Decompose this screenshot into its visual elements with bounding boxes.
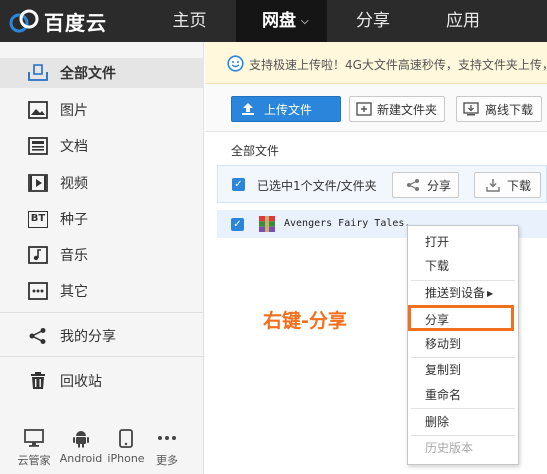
sidebar-item-label: 视频: [60, 176, 88, 192]
selection-bar: ✓ 已选中1个文件/文件夹 分享 下载: [217, 165, 547, 203]
device-cloud-manager[interactable]: 云管家: [12, 428, 56, 468]
menu-divider: [411, 280, 515, 281]
sidebar-item-label: 文档: [60, 139, 88, 155]
submenu-arrow-icon: ▶: [487, 289, 494, 298]
menu-item-download[interactable]: 下载: [408, 255, 518, 277]
nav-netdisk[interactable]: 网盘 ⌵: [236, 0, 327, 42]
sidebar-item-label: 其它: [60, 284, 88, 300]
other-icon: [27, 280, 49, 302]
sidebar: 全部文件 图片 文档 视频 BT 种子 音乐 其它 我的分享 回收站 云管家 A…: [0, 42, 204, 474]
video-icon: [27, 172, 49, 194]
logo-text: 百度云: [44, 10, 107, 35]
nav-home-label: 主页: [172, 11, 207, 31]
device-iphone[interactable]: iPhone: [104, 428, 148, 465]
sidebar-item-other[interactable]: 其它: [0, 276, 204, 306]
sidebar-item-torrents[interactable]: BT 种子: [0, 204, 204, 234]
device-label: 云管家: [17, 454, 51, 467]
menu-divider: [411, 357, 515, 358]
phone-icon: [104, 428, 148, 448]
sidebar-divider: [0, 356, 204, 357]
new-folder-label: 新建文件夹: [377, 102, 438, 117]
sidebar-item-videos[interactable]: 视频: [0, 168, 204, 198]
sidebar-divider: [0, 312, 204, 313]
sidebar-item-label: 音乐: [60, 248, 88, 264]
cloud-logo-icon: [8, 8, 42, 34]
monitor-icon: [12, 428, 56, 448]
offline-download-icon: [463, 101, 479, 117]
device-label: 更多: [156, 454, 178, 467]
nav-apps-label: 应用: [446, 11, 480, 31]
folder-icon: [27, 62, 49, 84]
menu-item-history: 历史版本: [425, 441, 474, 455]
notice-banner: 支持极速上传啦！4G大文件高速秒传，支持文件夹上传，: [205, 42, 547, 84]
sidebar-item-images[interactable]: 图片: [0, 95, 204, 125]
menu-divider: [411, 435, 515, 436]
offline-download-button[interactable]: 离线下载: [456, 96, 542, 122]
nav-home[interactable]: 主页: [151, 0, 228, 42]
upload-file-button[interactable]: 上传文件: [231, 96, 341, 122]
top-nav-bar: 百度云 主页 网盘 ⌵ 分享 应用: [0, 0, 547, 42]
baidu-cloud-logo[interactable]: 百度云: [8, 6, 107, 36]
notice-text: 支持极速上传啦！4G大文件高速秒传，支持文件夹上传，: [249, 58, 547, 72]
nav-apps[interactable]: 应用: [423, 0, 503, 42]
menu-item-copy-to[interactable]: 复制到: [408, 359, 518, 381]
sidebar-item-music[interactable]: 音乐: [0, 240, 204, 270]
android-icon: [59, 428, 103, 448]
sidebar-item-label: 全部文件: [60, 66, 116, 82]
share-icon: [27, 325, 49, 347]
menu-item-delete[interactable]: 删除: [408, 411, 518, 433]
bt-torrent-icon: BT: [27, 208, 49, 230]
share-button[interactable]: 分享: [392, 172, 459, 198]
download-label: 下载: [507, 178, 532, 193]
select-all-checkbox[interactable]: ✓: [232, 178, 245, 191]
more-icon: [145, 428, 189, 448]
sidebar-item-label: 回收站: [60, 374, 102, 390]
music-icon: [27, 244, 49, 266]
new-folder-icon: [356, 101, 372, 117]
document-icon: [27, 135, 49, 157]
annotation-label: 右键-分享: [263, 310, 347, 332]
sidebar-item-label: 图片: [60, 103, 88, 119]
smiley-icon: [227, 55, 244, 75]
share-label: 分享: [427, 178, 452, 193]
offline-download-label: 离线下载: [485, 102, 534, 117]
menu-item-move-to[interactable]: 移动到: [408, 333, 518, 355]
device-label: Android: [59, 452, 103, 465]
download-button[interactable]: 下载: [474, 172, 541, 198]
nav-share-label: 分享: [356, 11, 390, 31]
sidebar-item-my-shares[interactable]: 我的分享: [0, 321, 204, 351]
toolbar: 上传文件 新建文件夹 离线下载: [205, 84, 547, 132]
device-label: iPhone: [107, 452, 145, 465]
menu-item-push-to-device[interactable]: 推送到设备 ▶: [408, 282, 518, 304]
trash-icon: [27, 370, 49, 392]
nav-netdisk-label: 网盘: [262, 11, 296, 31]
archive-file-icon: [259, 216, 275, 235]
sidebar-item-all-files[interactable]: 全部文件: [0, 58, 204, 88]
file-checkbox[interactable]: ✓: [231, 218, 244, 231]
download-icon: [485, 177, 501, 193]
device-android[interactable]: Android: [59, 428, 103, 465]
sidebar-item-label: 种子: [60, 212, 88, 228]
sidebar-item-label: 我的分享: [60, 329, 116, 345]
menu-divider: [411, 408, 515, 409]
sidebar-item-documents[interactable]: 文档: [0, 131, 204, 161]
upload-icon: [240, 101, 256, 117]
context-menu: 打开 下载 推送到设备 ▶ 分享 移动到 复制到 重命名 删除 历史版本: [407, 225, 519, 465]
device-more[interactable]: 更多: [145, 428, 189, 468]
selection-count-text: 已选中1个文件/文件夹: [257, 179, 377, 193]
chevron-down-icon: ⌵: [301, 16, 309, 27]
file-name[interactable]: Avengers Fairy Tales.: [284, 218, 410, 229]
upload-label: 上传文件: [264, 102, 313, 117]
nav-share[interactable]: 分享: [333, 0, 413, 42]
menu-item-open[interactable]: 打开: [408, 231, 518, 253]
sidebar-item-recycle-bin[interactable]: 回收站: [0, 366, 204, 396]
image-icon: [27, 99, 49, 121]
share-highlight-box: [408, 305, 514, 331]
menu-item-rename[interactable]: 重命名: [408, 384, 518, 406]
new-folder-button[interactable]: 新建文件夹: [349, 96, 445, 122]
breadcrumb[interactable]: 全部文件: [231, 142, 279, 159]
share-icon: [405, 177, 421, 193]
